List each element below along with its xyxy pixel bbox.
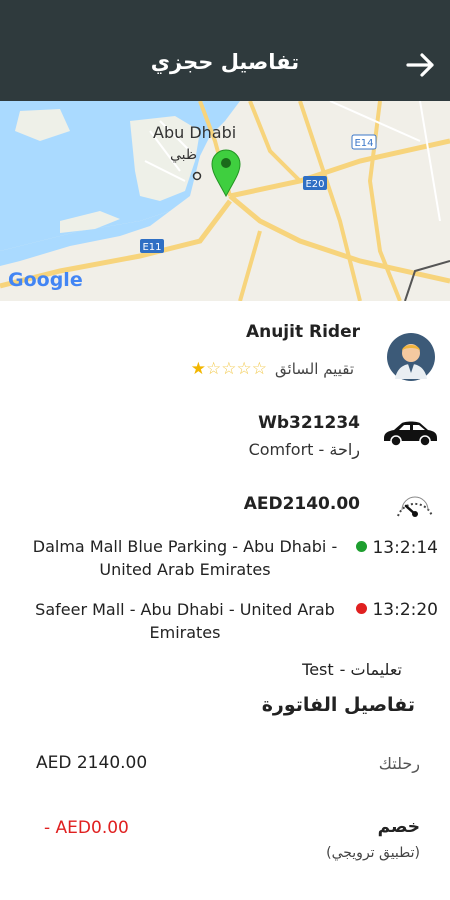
route-map[interactable]: E14 E20 E11 Abu Dhabi ظبي Google — [0, 101, 450, 301]
vehicle-plate: Wb321234 — [258, 413, 360, 433]
star-icon: ★ — [190, 358, 207, 379]
app-header: تفاصيل حجزي — [0, 0, 450, 101]
driver-avatar — [387, 333, 435, 381]
dropoff-time: 13:2:20 — [372, 600, 438, 620]
road-label-e11: E11 — [142, 242, 161, 253]
discount-label: خصم — [377, 817, 420, 837]
notes-value: Test — [302, 660, 334, 679]
dropoff-dot-icon — [356, 603, 367, 614]
speedometer-icon — [392, 482, 438, 522]
trip-cost-value: AED 2140.00 — [36, 753, 148, 773]
page-title: تفاصيل حجزي — [150, 50, 300, 74]
pickup-address: Dalma Mall Blue Parking - Abu Dhabi - Un… — [32, 537, 338, 579]
fare-amount: AED2140.00 — [243, 494, 360, 514]
star-icon: ☆ — [251, 358, 268, 379]
rating-stars: ★ ☆ ☆ ☆ ☆ — [190, 358, 268, 379]
rating-label: تقييم السائق — [275, 360, 354, 378]
trip-notes: تعليمات - Test — [302, 660, 402, 679]
pickup-time: 13:2:14 — [372, 538, 438, 558]
road-label-e14: E14 — [354, 138, 373, 149]
map-city-en: Abu Dhabi — [153, 123, 236, 142]
vehicle-type: Comfort - راحة — [248, 440, 360, 459]
arrow-right-icon[interactable] — [404, 48, 438, 82]
star-icon: ☆ — [206, 358, 222, 379]
map-city-ar: ظبي — [170, 147, 197, 163]
discount-value: - AED0.00 — [44, 818, 129, 838]
notes-label: تعليمات - — [339, 660, 402, 679]
discount-sub-label: (تطبيق ترويجي) — [326, 845, 420, 861]
dropoff-address: Safeer Mall - Abu Dhabi - United Arab Em… — [35, 600, 335, 642]
driver-rating: تقييم السائق ★ ☆ ☆ ☆ ☆ — [191, 358, 354, 380]
google-logo: Google — [8, 269, 83, 291]
driver-name: Anujit Rider — [245, 322, 360, 342]
pickup-dot-icon — [356, 541, 367, 552]
road-label-e20: E20 — [305, 179, 324, 190]
trip-cost-label: رحلتك — [378, 754, 420, 773]
star-icon: ☆ — [221, 358, 237, 379]
star-icon: ☆ — [236, 358, 252, 379]
car-icon — [382, 418, 438, 448]
invoice-title: تفاصيل الفاتورة — [261, 694, 415, 716]
